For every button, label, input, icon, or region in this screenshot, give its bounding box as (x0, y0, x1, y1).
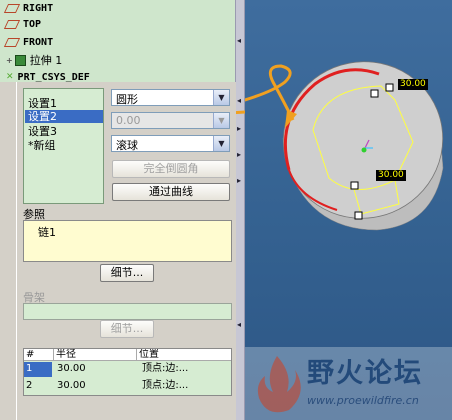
set-item[interactable]: 设置1 (28, 97, 57, 110)
dimension-value: 0.00 (116, 114, 141, 127)
tree-item-csys[interactable]: ✕ PRT_CSYS_DEF (6, 69, 90, 83)
table-row-num[interactable]: 1 (24, 362, 32, 376)
expand-arrow-icon[interactable]: ▸ (237, 150, 241, 159)
table-row-num[interactable]: 2 (24, 379, 32, 393)
vertex-handle[interactable] (350, 181, 359, 190)
through-curve-button[interactable]: 通过曲线 (112, 183, 230, 201)
tree-item-label: PRT_CSYS_DEF (17, 71, 90, 83)
extrude-icon (14, 54, 26, 66)
vertex-handle[interactable] (385, 83, 394, 92)
collapse-arrow-icon[interactable]: ◂ (237, 320, 241, 329)
table-row-radius[interactable]: 30.00 (55, 379, 86, 393)
column-header-location: 位置 (137, 349, 231, 361)
table-row-location[interactable]: 顶点:边:... (140, 362, 188, 376)
method-dropdown[interactable]: 滚球 ▼ (111, 135, 230, 152)
tree-item-label: FRONT (23, 36, 54, 48)
tree-item-right[interactable]: RIGHT (3, 0, 54, 16)
tree-item-label: RIGHT (23, 2, 54, 14)
collapse-arrow-icon[interactable]: ◂ (237, 36, 241, 45)
watermark-title: 野火论坛 (307, 358, 423, 389)
expand-arrow-icon[interactable]: ▸ (237, 124, 241, 133)
chevron-down-icon[interactable]: ▼ (213, 136, 229, 151)
skeleton-details-button: 细节... (100, 320, 154, 338)
csys-icon: ✕ (6, 72, 14, 82)
datum-plane-icon (3, 37, 21, 47)
tree-item-extrude[interactable]: + 拉伸 1 (6, 52, 62, 68)
graphics-window[interactable]: 30.00 30.00 野火论坛 www.proewildfire.cn (245, 0, 452, 420)
expand-plus-icon[interactable]: + (6, 56, 13, 65)
shape-value: 圆形 (116, 93, 138, 106)
chevron-down-icon[interactable]: ▼ (213, 90, 229, 105)
method-value: 滚球 (116, 139, 138, 152)
radius-dimension-label[interactable]: 30.00 (398, 79, 428, 90)
column-header-num: # (24, 349, 54, 361)
sets-list[interactable]: 设置1 设置2 设置3 *新组 (23, 88, 104, 204)
shape-dropdown[interactable]: 圆形 ▼ (111, 89, 230, 106)
dimension-dropdown: 0.00 ▼ (111, 112, 230, 129)
expand-arrow-icon[interactable]: ▸ (237, 176, 241, 185)
model-tree: RIGHT TOP FRONT + 拉伸 1 ✕ PRT_CSYS_DEF (0, 0, 235, 82)
chevron-down-icon: ▼ (213, 113, 229, 128)
watermark-url: www.proewildfire.cn (307, 394, 419, 407)
datum-plane-icon (3, 3, 21, 13)
tree-item-label: TOP (23, 18, 42, 30)
vertex-handle[interactable] (370, 89, 379, 98)
radius-table[interactable]: # 半径 位置 1 30.00 顶点:边:... 2 30.00 顶点:边:..… (23, 348, 232, 396)
table-row-radius[interactable]: 30.00 (55, 362, 86, 376)
references-collector[interactable]: 链1 (23, 220, 232, 262)
tree-item-front[interactable]: FRONT (3, 34, 54, 50)
vertex-handle[interactable] (354, 211, 363, 220)
full-round-button[interactable]: 完全倒圆角 (112, 160, 230, 178)
tree-item-top[interactable]: TOP (3, 16, 42, 32)
set-item[interactable]: 设置3 (28, 125, 57, 138)
table-row-location[interactable]: 顶点:边:... (140, 379, 188, 393)
datum-plane-icon (3, 19, 21, 29)
set-item-selected[interactable]: 设置2 (25, 110, 103, 123)
new-set-item[interactable]: *新组 (28, 139, 56, 152)
tree-item-label: 拉伸 1 (29, 54, 63, 67)
collapse-arrow-icon[interactable]: ◂ (237, 96, 241, 105)
details-button[interactable]: 细节... (100, 264, 154, 282)
flame-logo-icon (257, 356, 301, 413)
skeleton-collector (23, 303, 232, 320)
radius-dimension-label[interactable]: 30.00 (376, 170, 406, 181)
round-sets-panel: 设置1 设置2 设置3 *新组 圆形 ▼ 0.00 ▼ 滚球 ▼ 完全倒圆角 通… (16, 82, 236, 420)
reference-item[interactable]: 链1 (38, 224, 56, 240)
column-header-radius: 半径 (54, 349, 137, 361)
panel-splitter[interactable]: ◂ ◂ ▸ ▸ ▸ ◂ (235, 0, 245, 420)
